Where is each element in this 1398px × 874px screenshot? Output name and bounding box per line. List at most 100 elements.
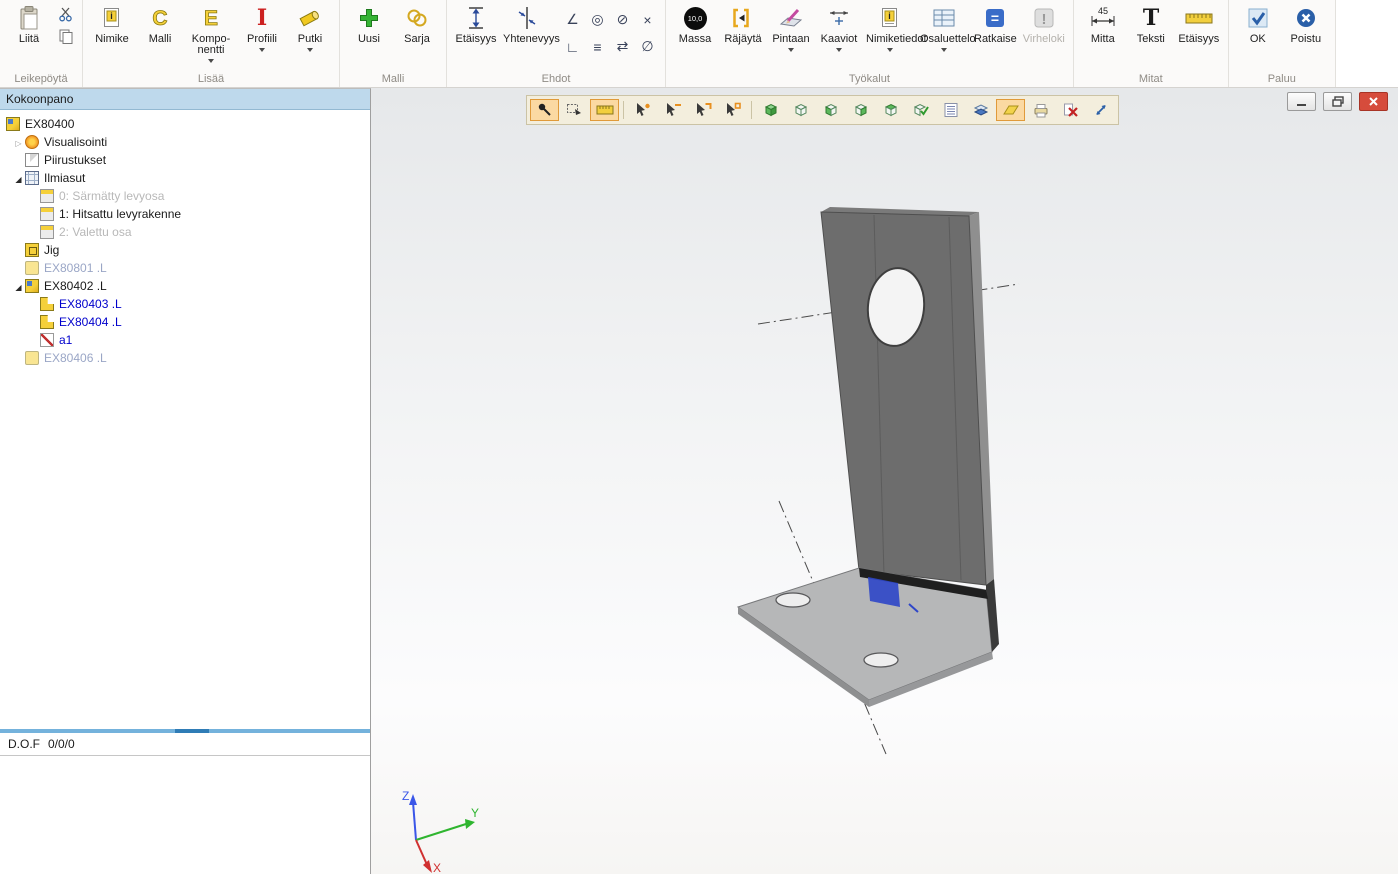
print-button[interactable] bbox=[1026, 99, 1055, 121]
diagrams-dropdown-arrow-icon[interactable] bbox=[836, 48, 842, 52]
measure-tool-button[interactable] bbox=[590, 99, 619, 121]
viewport-toolbar bbox=[526, 95, 1119, 125]
delete-icon bbox=[1062, 102, 1080, 118]
pin-icon bbox=[536, 102, 554, 118]
item-button[interactable]: i Nimike bbox=[88, 3, 136, 45]
halfshade-view-icon bbox=[852, 102, 870, 118]
pipe-button[interactable]: Putki bbox=[286, 3, 334, 52]
expander-collapsed-icon[interactable] bbox=[12, 135, 25, 149]
constraint-icon-grid: ∠ ◎ ⊘ × ∟ ≡ ⇄ ∅ bbox=[560, 6, 660, 60]
svg-text:i: i bbox=[110, 11, 113, 21]
to-surface-button[interactable]: Pintaan bbox=[767, 3, 815, 52]
snap-line-button[interactable] bbox=[658, 99, 687, 121]
parallel-constraint-icon: ≡ bbox=[593, 39, 601, 55]
perpendicular-constraint-button[interactable]: ∟ bbox=[560, 33, 585, 60]
restore-button[interactable] bbox=[1323, 92, 1352, 111]
tangent-constraint-button[interactable]: ⊘ bbox=[610, 6, 635, 33]
tree-item-ex80404[interactable]: EX80404 .L bbox=[0, 313, 370, 331]
symmetry-constraint-button[interactable]: ⇄ bbox=[610, 33, 635, 60]
release-constraint-button[interactable]: ∅ bbox=[635, 33, 660, 60]
angle-constraint-button[interactable]: ∠ bbox=[560, 6, 585, 33]
text-button[interactable]: T Teksti bbox=[1127, 3, 1175, 45]
tree-item-config-1[interactable]: 1: Hitsattu levyrakenne bbox=[0, 205, 370, 223]
snap-free-icon bbox=[634, 102, 652, 118]
measure-button[interactable]: 45 Mitta bbox=[1079, 3, 1127, 45]
tree-item-config-2[interactable]: 2: Valettu osa bbox=[0, 223, 370, 241]
tree-item-ex80801[interactable]: EX80801 .L bbox=[0, 259, 370, 277]
fit-view-button[interactable] bbox=[1086, 99, 1115, 121]
fix-constraint-button[interactable]: × bbox=[635, 6, 660, 33]
concentric-constraint-button[interactable]: ◎ bbox=[585, 6, 610, 33]
snap-free-button[interactable] bbox=[628, 99, 657, 121]
shaded-view-button[interactable] bbox=[756, 99, 785, 121]
svg-text:E: E bbox=[204, 7, 218, 30]
tree-item-ex80402[interactable]: EX80402 .L bbox=[0, 277, 370, 295]
feature-list-button[interactable] bbox=[936, 99, 965, 121]
component-button[interactable]: E Kompo-nentti bbox=[184, 3, 238, 63]
viewport[interactable]: Z Y X bbox=[371, 88, 1398, 874]
diagrams-button[interactable]: Kaaviot bbox=[815, 3, 863, 52]
paste-button[interactable]: Liitä bbox=[5, 3, 53, 45]
pipe-dropdown-arrow-icon[interactable] bbox=[307, 48, 313, 52]
pin-button[interactable] bbox=[530, 99, 559, 121]
expander-expanded-icon[interactable] bbox=[12, 279, 25, 293]
profile-dropdown-arrow-icon[interactable] bbox=[259, 48, 265, 52]
tree-item-ilmiasut[interactable]: Ilmiasut bbox=[0, 169, 370, 187]
cut-button[interactable] bbox=[55, 3, 77, 25]
zoom-window-button[interactable] bbox=[560, 99, 589, 121]
hidden-lines-view-button[interactable] bbox=[816, 99, 845, 121]
ribbon-group-dimensions: 45 Mitta T Teksti Etäisyys Mitat bbox=[1074, 0, 1229, 87]
item-data-icon: i bbox=[879, 4, 901, 32]
snap-face-button[interactable] bbox=[718, 99, 747, 121]
tree-item-ex80403[interactable]: EX80403 .L bbox=[0, 295, 370, 313]
distance-constraint-button[interactable]: Etäisyys bbox=[452, 3, 500, 45]
orientation-triad: Z Y X bbox=[402, 789, 479, 874]
mass-button[interactable]: 10,0 Massa bbox=[671, 3, 719, 45]
exit-button[interactable]: Poistu bbox=[1282, 3, 1330, 45]
solve-button[interactable]: = Ratkaise bbox=[971, 3, 1020, 45]
parallel-constraint-button[interactable]: ≡ bbox=[585, 33, 610, 60]
tree-item-ex80400[interactable]: EX80400 bbox=[0, 115, 370, 133]
component-dropdown-arrow-icon[interactable] bbox=[208, 59, 214, 63]
scene-3d[interactable]: Z Y X bbox=[371, 88, 1398, 874]
panel-title: Kokoonpano bbox=[6, 92, 73, 106]
base-hole-2[interactable] bbox=[864, 653, 898, 667]
parts-list-button[interactable]: Osaluettelo bbox=[917, 3, 971, 52]
new-button[interactable]: Uusi bbox=[345, 3, 393, 45]
constraints-group-label: Ehdot bbox=[447, 72, 665, 87]
tree-item-visualisointi[interactable]: Visualisointi bbox=[0, 133, 370, 151]
workplane-button[interactable] bbox=[996, 99, 1025, 121]
wireframe-view-button[interactable] bbox=[786, 99, 815, 121]
model-button[interactable]: C Malli bbox=[136, 3, 184, 45]
explode-button[interactable]: Räjäytä bbox=[719, 3, 767, 45]
tree-item-piirustukset[interactable]: Piirustukset bbox=[0, 151, 370, 169]
snap-edge-button[interactable] bbox=[688, 99, 717, 121]
parts-list-icon bbox=[931, 4, 957, 32]
parts-list-dropdown-arrow-icon[interactable] bbox=[941, 48, 947, 52]
item-data-dropdown-arrow-icon[interactable] bbox=[887, 48, 893, 52]
bracket-model[interactable] bbox=[738, 207, 999, 707]
delete-button[interactable] bbox=[1056, 99, 1085, 121]
tree-item-ex80406[interactable]: EX80406 .L bbox=[0, 349, 370, 367]
halfshade-view-button[interactable] bbox=[846, 99, 875, 121]
minimize-button[interactable] bbox=[1287, 92, 1316, 111]
tree-item-config-0[interactable]: 0: Särmätty levyosa bbox=[0, 187, 370, 205]
coincidence-constraint-button[interactable]: Yhtenevyys bbox=[500, 3, 554, 45]
section-view-button[interactable] bbox=[966, 99, 995, 121]
error-log-button[interactable]: ! Virheloki bbox=[1020, 3, 1068, 45]
ok-button[interactable]: OK bbox=[1234, 3, 1282, 45]
close-button[interactable] bbox=[1359, 92, 1388, 111]
axis-icon bbox=[40, 333, 54, 347]
item-data-button[interactable]: i Nimiketiedot bbox=[863, 3, 917, 52]
distance-dimension-button[interactable]: Etäisyys bbox=[1175, 3, 1223, 45]
expander-expanded-icon[interactable] bbox=[12, 171, 25, 185]
tree-item-jig[interactable]: Jig bbox=[0, 241, 370, 259]
profile-button[interactable]: I Profiili bbox=[238, 3, 286, 52]
copy-button[interactable] bbox=[55, 25, 77, 47]
series-button[interactable]: Sarja bbox=[393, 3, 441, 45]
to-surface-dropdown-arrow-icon[interactable] bbox=[788, 48, 794, 52]
topshade-view-button[interactable] bbox=[876, 99, 905, 121]
base-hole-1[interactable] bbox=[776, 593, 810, 607]
tree-item-a1[interactable]: a1 bbox=[0, 331, 370, 349]
verify-model-button[interactable] bbox=[906, 99, 935, 121]
